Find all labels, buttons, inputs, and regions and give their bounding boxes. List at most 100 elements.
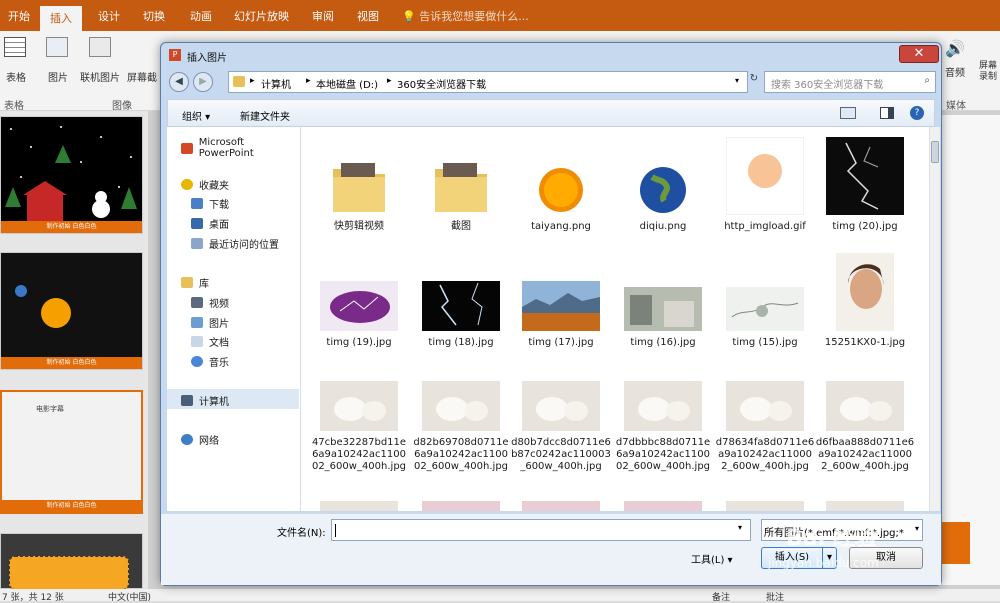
ribbon-tab-7[interactable]: 视图 <box>357 8 379 24</box>
nav-pictures[interactable]: 图片 <box>191 315 229 330</box>
nav-favorites[interactable]: 收藏夹 <box>181 177 229 192</box>
file-item[interactable]: timg (18).jpg <box>411 251 511 349</box>
ribbon-tab-3[interactable]: 切换 <box>143 8 165 24</box>
help-icon[interactable]: ? <box>910 106 924 120</box>
file-item[interactable]: 47cbe32287bd11e6a9a10242ac110002_600w_40… <box>309 351 409 473</box>
file-item[interactable]: taiyang.png <box>511 135 611 233</box>
organize-button[interactable]: 组织 ▾ <box>182 108 210 123</box>
nav-music[interactable]: 音乐 <box>191 354 229 369</box>
file-thumbnail <box>309 351 409 431</box>
preview-pane-icon[interactable] <box>880 107 894 119</box>
file-thumbnail <box>411 251 511 331</box>
file-item[interactable]: timg (20).jpg <box>815 135 915 233</box>
music-icon <box>191 356 203 367</box>
file-item[interactable]: diqiu.png <box>613 135 713 233</box>
group-image-label: 图像 <box>112 101 132 112</box>
online-picture-button[interactable]: 联机图片 <box>78 37 122 84</box>
new-folder-button[interactable]: 新建文件夹 <box>240 108 290 123</box>
file-item[interactable]: d82b69708d0711e6a9a10242ac110002_600w_40… <box>411 351 511 473</box>
search-input[interactable]: 搜索 360安全浏览器下载 ⌕ <box>764 71 936 93</box>
file-item[interactable] <box>309 471 409 511</box>
ribbon-tab-5[interactable]: 幻灯片放映 <box>234 8 289 24</box>
slide-thumbnail-2[interactable]: 制作初始 白色白色 <box>0 252 143 370</box>
back-button[interactable]: ◀ <box>169 72 189 92</box>
file-item[interactable] <box>815 471 915 511</box>
ribbon-tab-4[interactable]: 动画 <box>190 8 212 24</box>
breadcrumb-folder[interactable]: 360安全浏览器下载 <box>397 76 486 91</box>
file-item[interactable]: d6fbaa888d0711e6a9a10242ac110002_600w_40… <box>815 351 915 473</box>
nav-desktop[interactable]: 桌面 <box>191 216 229 231</box>
video-icon <box>191 297 203 308</box>
speaker-icon: 🔊 <box>945 39 965 58</box>
navigation-pane[interactable]: Microsoft PowerPoint 收藏夹 下载 桌面 最近访问的位置 库… <box>167 127 301 511</box>
nav-computer-label: 计算机 <box>199 397 229 408</box>
slide-thumbnail-1[interactable]: 制作初始 白色白色 <box>0 116 143 234</box>
screen-record-button[interactable]: 屏幕录制 <box>976 61 1000 83</box>
file-list[interactable]: 快剪辑视频 截图 taiyang.png diqiu.png http_imgload.… <box>301 127 929 511</box>
nav-recent[interactable]: 最近访问的位置 <box>191 236 279 251</box>
breadcrumb-computer[interactable]: 计算机 <box>261 76 291 91</box>
dialog-titlebar[interactable]: P 插入图片 ✕ <box>161 43 941 69</box>
file-item[interactable]: d7dbbbc88d0711e6a9a10242ac110002_600w_40… <box>613 351 713 473</box>
scrollbar-thumb[interactable] <box>931 141 939 163</box>
filename-input[interactable]: ▾ <box>331 519 751 541</box>
slide-thumbnail-pane[interactable]: 制作初始 白色白色 制作初始 白色白色 电影字幕 制作初始 白色白色 <box>0 111 148 590</box>
file-item[interactable]: timg (17).jpg <box>511 251 611 349</box>
chevron-down-icon[interactable]: ▾ <box>738 523 742 532</box>
watermark-url: jingyan.baidu.com <box>768 556 879 570</box>
nav-network[interactable]: 网络 <box>181 432 219 447</box>
file-item[interactable]: timg (19).jpg <box>309 251 409 349</box>
file-item[interactable]: d80b7dcc8d0711e6b87c0242ac110003_600w_40… <box>511 351 611 473</box>
ribbon-tab-6[interactable]: 审阅 <box>312 8 334 24</box>
file-item[interactable] <box>511 471 611 511</box>
audio-button[interactable]: 🔊 音频 <box>944 39 966 79</box>
refresh-button[interactable]: ↻ <box>747 73 761 91</box>
file-item[interactable]: 快剪辑视频 <box>309 135 409 233</box>
file-item[interactable] <box>613 471 713 511</box>
tell-me-text: 告诉我您想要做什么... <box>419 10 529 23</box>
file-name: d6fbaa888d0711e6a9a10242ac110002_600w_40… <box>815 437 915 472</box>
ribbon-tab-2[interactable]: 设计 <box>98 8 120 24</box>
language[interactable]: 中文(中国) <box>108 590 151 603</box>
file-thumbnail <box>309 251 409 331</box>
file-item[interactable] <box>715 471 815 511</box>
address-bar[interactable]: ▸ 计算机 ▸ 本地磁盘 (D:) ▸ 360安全浏览器下载 ▾ <box>228 71 748 93</box>
file-name: http_imgload.gif <box>724 221 806 232</box>
chevron-right-icon: ▸ <box>387 76 392 86</box>
file-thumbnail <box>815 351 915 431</box>
ribbon-tab-1[interactable]: 插入 <box>40 6 82 31</box>
nav-downloads[interactable]: 下载 <box>191 196 229 211</box>
view-options-icon[interactable] <box>840 107 856 119</box>
comments-button[interactable]: 批注 <box>766 590 784 603</box>
ribbon-tab-0[interactable]: 开始 <box>8 8 30 24</box>
vertical-scrollbar[interactable] <box>929 127 940 511</box>
forward-button[interactable]: ▶ <box>193 72 213 92</box>
table-button[interactable]: 表格 <box>4 37 28 84</box>
file-thumbnail <box>511 135 611 215</box>
file-item[interactable]: d78634fa8d0711e6a9a10242ac110002_600w_40… <box>715 351 815 473</box>
notes-button[interactable]: 备注 <box>712 590 730 603</box>
nav-computer[interactable]: 计算机 <box>181 393 229 408</box>
picture-button[interactable]: 图片 <box>46 37 70 84</box>
nav-powerpoint[interactable]: Microsoft PowerPoint <box>181 137 300 159</box>
slide-thumbnail-4[interactable] <box>0 533 143 590</box>
file-item[interactable]: timg (16).jpg <box>613 251 713 349</box>
file-item[interactable]: 截图 <box>411 135 511 233</box>
screenshot-button[interactable]: 屏幕截 <box>122 51 162 84</box>
breadcrumb-drive[interactable]: 本地磁盘 (D:) <box>316 76 378 91</box>
file-thumbnail <box>511 251 611 331</box>
file-item[interactable] <box>411 471 511 511</box>
nav-videos[interactable]: 视频 <box>191 295 229 310</box>
close-button[interactable]: ✕ <box>899 45 939 63</box>
tell-me-box[interactable]: 💡 告诉我您想要做什么... <box>402 8 529 24</box>
file-item[interactable]: http_imgload.gif <box>715 135 815 233</box>
file-name: 47cbe32287bd11e6a9a10242ac110002_600w_40… <box>311 437 407 472</box>
nav-documents[interactable]: 文档 <box>191 334 229 349</box>
file-item[interactable]: timg (15).jpg <box>715 251 815 349</box>
nav-libraries[interactable]: 库 <box>181 275 209 290</box>
slide-thumbnail-3[interactable]: 电影字幕 制作初始 白色白色 <box>0 390 143 514</box>
file-item[interactable]: 15251KX0-1.jpg <box>815 251 915 349</box>
file-thumbnail <box>411 351 511 431</box>
tools-button[interactable]: 工具(L) ▾ <box>691 551 733 566</box>
chevron-down-icon[interactable]: ▾ <box>735 76 739 85</box>
